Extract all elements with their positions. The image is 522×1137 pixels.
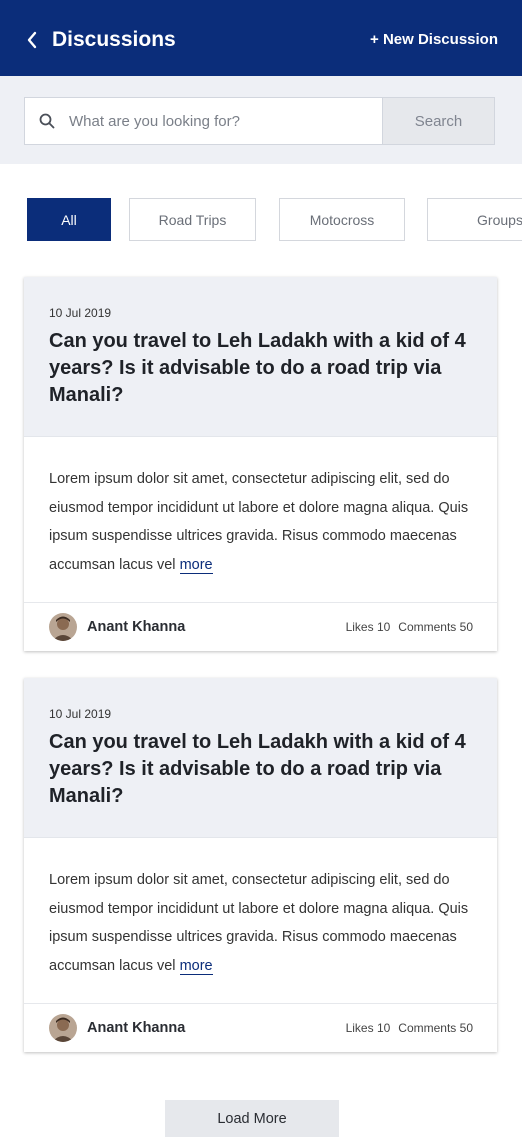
card-footer: Anant Khanna Likes 10 Comments 50 [24,1004,497,1052]
comments-count[interactable]: Comments 50 [398,620,473,634]
likes-count[interactable]: Likes 10 [346,1021,391,1035]
search-icon [25,98,69,144]
filter-tab-groups[interactable]: Groups [427,198,522,241]
post-excerpt-text: Lorem ipsum dolor sit amet, consectetur … [49,471,469,574]
filter-tab-groups-label: Groups [477,211,522,228]
post-excerpt: Lorem ipsum dolor sit amet, consectetur … [49,465,472,580]
search-bar-area: Search [0,76,522,164]
card-footer: Anant Khanna Likes 10 Comments 50 [24,603,497,651]
page-title: Discussions [52,28,176,51]
user-avatar-icon [49,613,77,641]
load-more-button[interactable]: Load More [165,1100,339,1137]
post-date: 10 Jul 2019 [49,707,112,721]
back-button[interactable] [22,27,42,53]
post-title[interactable]: Can you travel to Leh Ladakh with a kid … [49,729,472,810]
new-discussion-button[interactable]: + New Discussion [370,29,498,51]
author-name[interactable]: Anant Khanna [87,1020,185,1036]
search-box: Search [24,97,495,145]
more-link[interactable]: more [179,958,213,976]
comments-count[interactable]: Comments 50 [398,1021,473,1035]
discussion-card[interactable]: 10 Jul 2019 Can you travel to Leh Ladakh… [24,277,497,651]
post-excerpt-text: Lorem ipsum dolor sit amet, consectetur … [49,872,469,975]
card-body: Lorem ipsum dolor sit amet, consectetur … [24,437,497,603]
likes-count[interactable]: Likes 10 [346,620,391,634]
author-name[interactable]: Anant Khanna [87,619,185,635]
post-excerpt: Lorem ipsum dolor sit amet, consectetur … [49,866,472,981]
filter-tab-motocross[interactable]: Motocross [279,198,405,241]
card-header: 10 Jul 2019 Can you travel to Leh Ladakh… [24,277,497,437]
chevron-left-icon [27,31,37,49]
search-input[interactable] [69,98,382,144]
post-stats: Likes 10 Comments 50 [346,1021,473,1035]
card-body: Lorem ipsum dolor sit amet, consectetur … [24,838,497,1004]
avatar[interactable] [49,613,77,641]
avatar[interactable] [49,1014,77,1042]
post-title[interactable]: Can you travel to Leh Ladakh with a kid … [49,328,472,409]
more-link[interactable]: more [179,557,213,575]
filter-tab-road-trips[interactable]: Road Trips [129,198,256,241]
app-header: Discussions + New Discussion [0,0,522,76]
post-stats: Likes 10 Comments 50 [346,620,473,634]
filter-tab-all[interactable]: All [27,198,111,241]
user-avatar-icon [49,1014,77,1042]
post-date: 10 Jul 2019 [49,306,112,320]
card-header: 10 Jul 2019 Can you travel to Leh Ladakh… [24,678,497,838]
search-button[interactable]: Search [382,98,494,144]
filter-tabs: All Road Trips Motocross Groups [0,198,522,242]
discussion-card[interactable]: 10 Jul 2019 Can you travel to Leh Ladakh… [24,678,497,1052]
